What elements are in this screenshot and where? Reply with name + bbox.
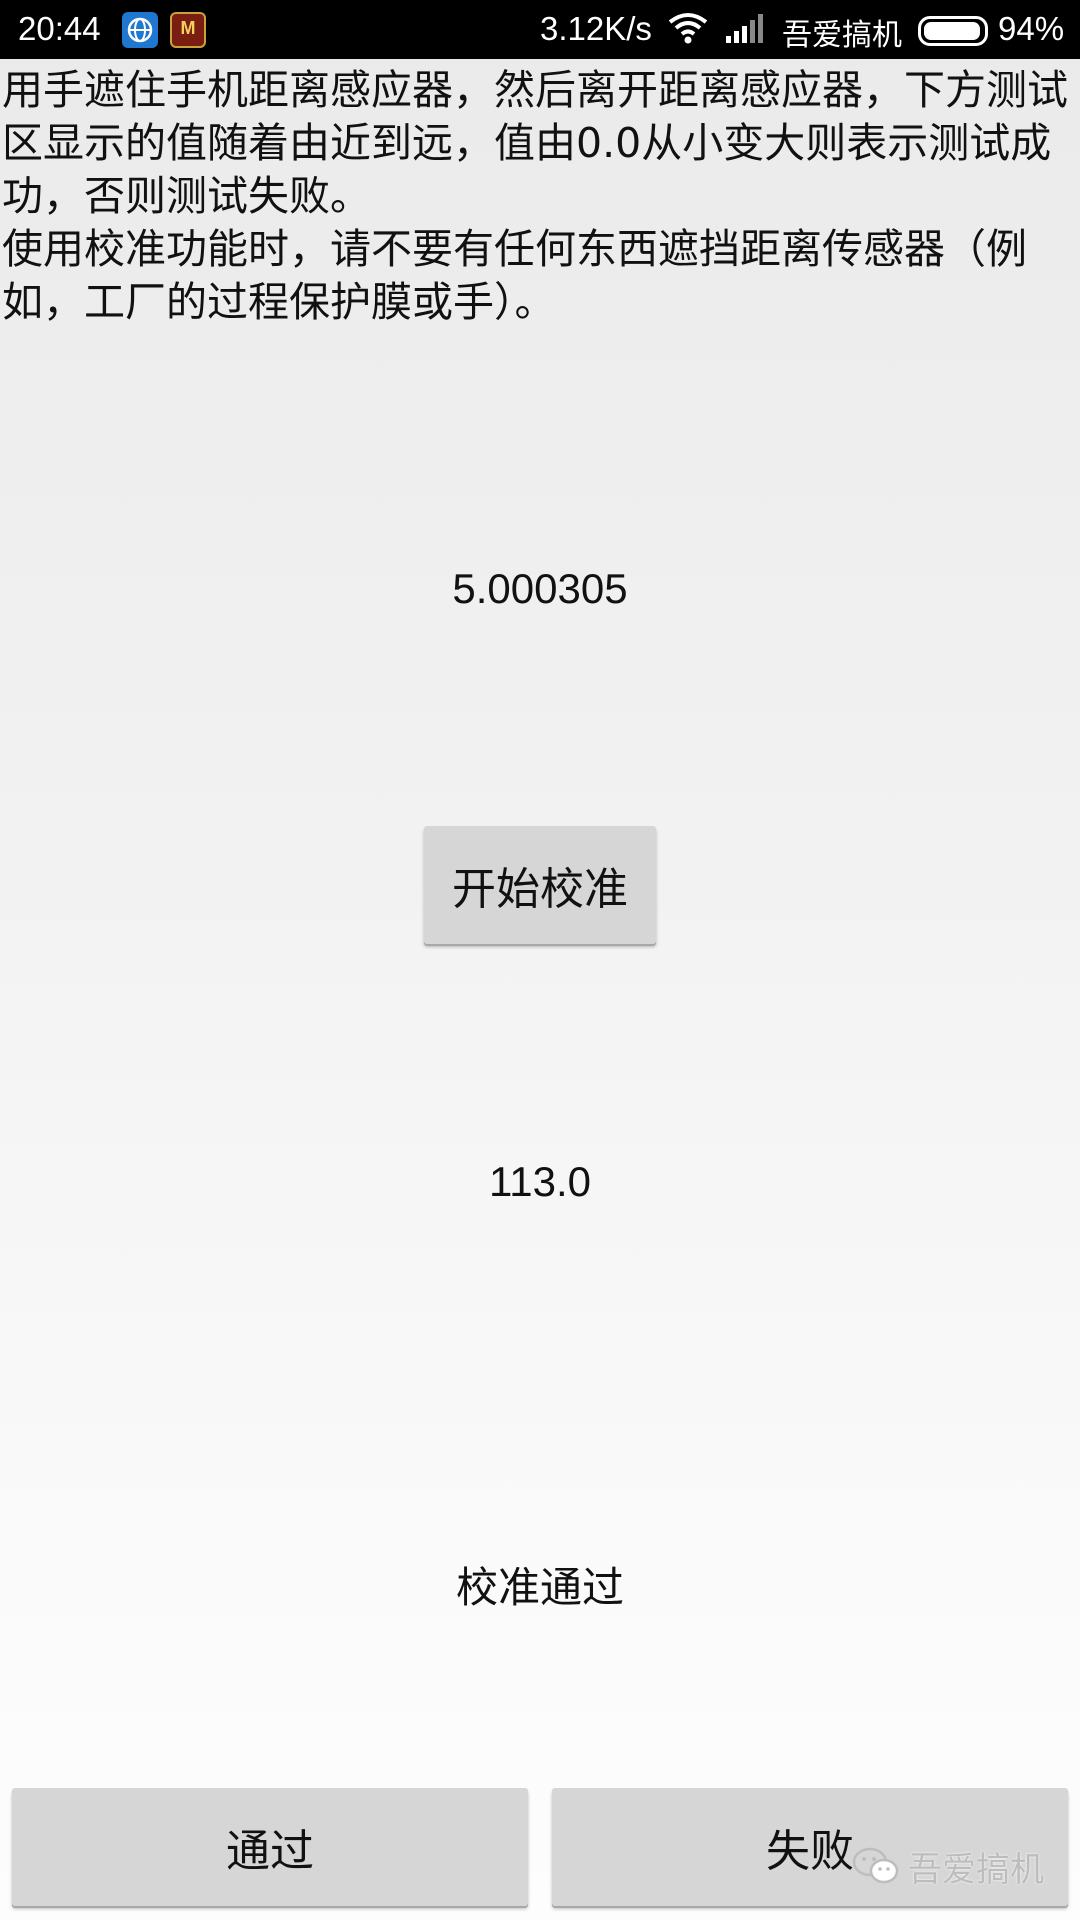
sensor-value: 5.000305 <box>452 565 628 612</box>
instruction-paragraph-2: 使用校准功能时，请不要有任何东西遮挡距离传感器（例如，工厂的过程保护膜或手）。 <box>2 225 1027 326</box>
carrier-name: 吾爱搞机 <box>782 19 902 52</box>
wifi-icon <box>668 12 708 52</box>
status-time: 20:44 <box>18 10 101 47</box>
calibration-value: 113.0 <box>489 1158 591 1205</box>
signal-icon <box>724 14 764 52</box>
battery-icon <box>918 16 988 46</box>
battery-percentage: 94% <box>998 10 1065 47</box>
instructions-text: 用手遮住手机距离感应器，然后离开距离感应器，下方测试区显示的值随着由近到远，值由… <box>2 64 1078 329</box>
globe-app-icon <box>122 12 158 48</box>
wechat-icon <box>852 1847 899 1884</box>
pass-button[interactable]: 通过 <box>12 1788 528 1906</box>
calibration-status: 校准通过 <box>455 1563 624 1612</box>
game-app-icon: M <box>170 12 206 48</box>
status-bar: 20:44 M 3.12K/s 吾爱搞机 94% <box>0 0 1080 59</box>
watermark-text: 吾爱搞机 <box>908 1849 1044 1890</box>
instruction-paragraph-1: 用手遮住手机距离感应器，然后离开距离感应器，下方测试区显示的值随着由近到远，值由… <box>2 66 1068 220</box>
start-calibration-button[interactable]: 开始校准 <box>424 826 656 944</box>
network-speed: 3.12K/s <box>540 10 652 47</box>
watermark: 吾爱搞机 <box>852 1842 1044 1890</box>
